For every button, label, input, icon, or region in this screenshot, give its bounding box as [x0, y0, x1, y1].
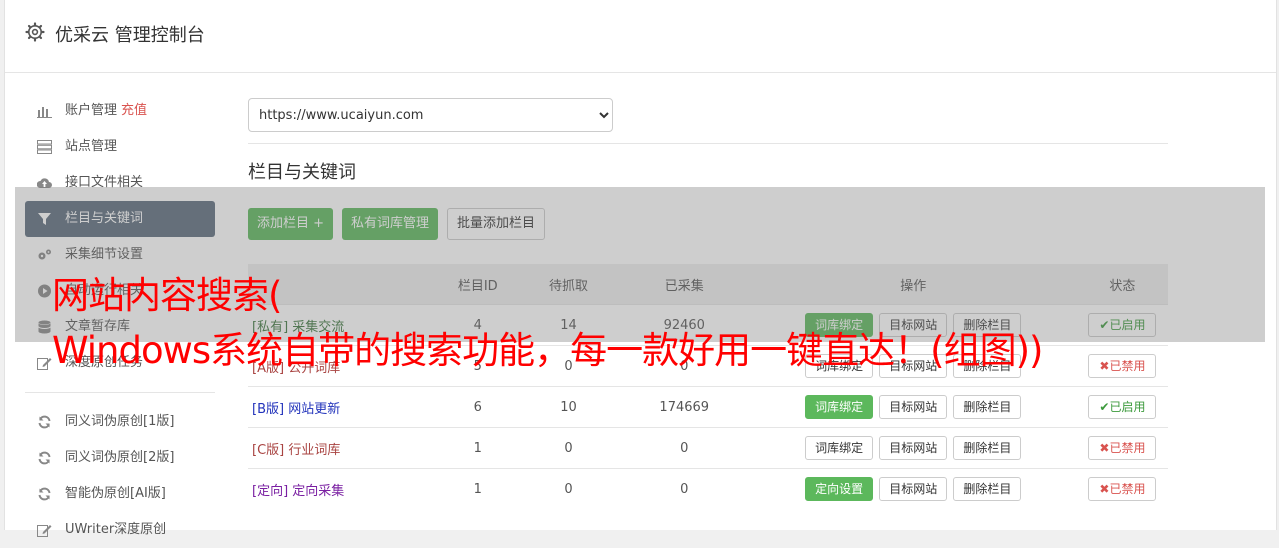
status-label: 已启用: [1109, 400, 1146, 414]
column-id: 1: [437, 427, 519, 469]
actions-cell: 词库绑定 目标网站 删除栏目: [749, 427, 1077, 469]
bind-lib-button[interactable]: 词库绑定: [805, 395, 874, 419]
column-name-cell[interactable]: [B版] 网站更新: [248, 386, 438, 428]
cross-icon: ✖: [1099, 441, 1110, 455]
status-label: 已禁用: [1109, 482, 1146, 496]
delete-column-button[interactable]: 删除栏目: [953, 395, 1022, 419]
check-icon: ✔: [1099, 400, 1110, 414]
red-banner-text: 网站内容搜索( Windows系统自带的搜索功能，每一款好用一键直达！(组图)): [52, 268, 1267, 378]
actions-cell: 定向设置 目标网站 删除栏目: [749, 468, 1077, 509]
column-tag: [B版]: [252, 401, 285, 417]
sidebar-item-label: 智能伪原创[AI版]: [65, 486, 166, 501]
main-content: https://www.ucaiyun.com 栏目与关键词 添加栏目 + 私有词…: [248, 98, 1168, 509]
sidebar-item-ai-original[interactable]: 智能伪原创[AI版]: [25, 476, 215, 512]
delete-column-button[interactable]: 删除栏目: [953, 436, 1022, 460]
sidebar-item-synonym-v2[interactable]: 同义词伪原创[2版]: [25, 440, 215, 476]
divider: [248, 143, 1168, 144]
actions-cell: 词库绑定 目标网站 删除栏目: [749, 386, 1077, 428]
bind-lib-button[interactable]: 定向设置: [805, 477, 874, 501]
banner-line-2: Windows系统自带的搜索功能，每一款好用一键直达！(组图)): [52, 329, 1043, 372]
top-header: 优采云 管理控制台: [5, 0, 1276, 73]
column-name-link[interactable]: 行业词库: [288, 443, 340, 458]
collected-count: 0: [618, 468, 750, 509]
status-toggle[interactable]: ✖已禁用: [1088, 477, 1157, 501]
sidebar-item-label: 同义词伪原创[1版]: [65, 414, 175, 429]
column-tag: [C版]: [252, 442, 285, 458]
banner-line-1: 网站内容搜索(: [52, 274, 282, 317]
section-title: 栏目与关键词: [248, 162, 356, 183]
status-toggle[interactable]: ✔已启用: [1088, 395, 1157, 419]
bind-lib-button[interactable]: 词库绑定: [805, 436, 874, 460]
pending-count[interactable]: 0: [518, 468, 619, 509]
sidebar-item-account[interactable]: 账户管理 充值: [25, 93, 215, 129]
status-cell: ✖已禁用: [1076, 427, 1168, 469]
target-site-button[interactable]: 目标网站: [879, 395, 948, 419]
column-name-cell[interactable]: [定向] 定向采集: [248, 468, 438, 509]
edit-icon: [37, 358, 52, 370]
cross-icon: ✖: [1099, 482, 1110, 496]
sidebar-item-sites[interactable]: 站点管理: [25, 129, 215, 165]
recharge-link[interactable]: 充值: [121, 103, 147, 118]
column-tag: [定向]: [252, 483, 289, 499]
delete-column-button[interactable]: 删除栏目: [953, 477, 1022, 501]
collected-count: 174669: [618, 386, 750, 428]
pending-count[interactable]: 0: [518, 427, 619, 469]
status-label: 已禁用: [1109, 441, 1146, 455]
site-select[interactable]: https://www.ucaiyun.com: [248, 98, 613, 132]
column-id: 1: [437, 468, 519, 509]
gear-icon: [25, 22, 45, 42]
column-name-link[interactable]: 定向采集: [292, 484, 344, 499]
target-site-button[interactable]: 目标网站: [879, 477, 948, 501]
status-cell: ✖已禁用: [1076, 468, 1168, 509]
sidebar-item-label: 同义词伪原创[2版]: [65, 450, 175, 465]
sidebar-item-uwriter[interactable]: UWriter深度原创: [25, 512, 215, 548]
sidebar-item-label: 站点管理: [65, 139, 118, 154]
sidebar-item-synonym-v1[interactable]: 同义词伪原创[1版]: [25, 404, 215, 440]
column-name-cell[interactable]: [C版] 行业词库: [248, 427, 438, 469]
refresh-icon: [38, 415, 51, 429]
pending-count[interactable]: 10: [518, 386, 619, 428]
refresh-icon: [38, 487, 51, 501]
sidebar-item-label: 账户管理: [65, 103, 118, 118]
table-row: [B版] 网站更新 6 10 174669 词库绑定 目标网站 删除栏目 ✔已启用: [248, 386, 1168, 428]
status-toggle[interactable]: ✖已禁用: [1088, 436, 1157, 460]
page-title: 优采云 管理控制台: [55, 25, 205, 46]
status-cell: ✔已启用: [1076, 386, 1168, 428]
table-row: [定向] 定向采集 1 0 0 定向设置 目标网站 删除栏目 ✖已禁用: [248, 468, 1168, 509]
sidebar-divider: [25, 392, 215, 393]
column-id: 6: [437, 386, 519, 428]
collected-count: 0: [618, 427, 750, 469]
target-site-button[interactable]: 目标网站: [879, 436, 948, 460]
column-name-link[interactable]: 网站更新: [288, 402, 340, 417]
edit-icon: [37, 525, 52, 537]
refresh-icon: [38, 451, 51, 465]
bar-chart-icon: [37, 107, 52, 118]
table-row: [C版] 行业词库 1 0 0 词库绑定 目标网站 删除栏目 ✖已禁用: [248, 427, 1168, 469]
server-icon: [37, 140, 52, 154]
